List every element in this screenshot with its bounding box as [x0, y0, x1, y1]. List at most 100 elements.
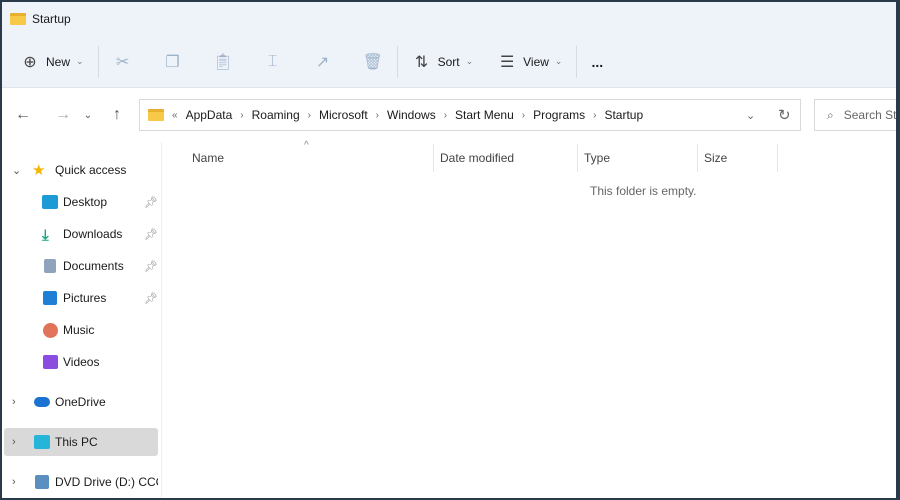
sidebar-item-pictures[interactable]: Pictures 📌︎ — [4, 284, 158, 312]
plus-circle-icon: ⊕ — [20, 52, 40, 72]
new-button[interactable]: ⊕ New ⌄ — [12, 44, 92, 80]
paste-button[interactable]: 📋︎ — [205, 44, 241, 80]
cloud-icon — [34, 397, 50, 407]
navigation-bar: ← → ⌄ ↑ « AppData › Roaming › Microsoft › W… — [2, 88, 896, 142]
videos-icon — [43, 355, 58, 369]
pin-icon[interactable]: 📌︎ — [144, 228, 158, 241]
column-headers: ^ Name Date modified Type Size — [162, 144, 896, 172]
breadcrumb-programs[interactable]: Programs — [533, 108, 585, 122]
more-options-button[interactable]: ... — [583, 44, 611, 80]
folder-icon — [10, 13, 26, 25]
empty-folder-message: This folder is empty. — [590, 184, 696, 198]
column-label: Date modified — [440, 151, 514, 165]
up-button[interactable]: ↑ — [102, 106, 132, 124]
sidebar-label: Desktop — [63, 195, 107, 209]
share-button[interactable]: ↗ — [305, 44, 341, 80]
sidebar-item-onedrive[interactable]: ›OneDrive — [4, 388, 158, 416]
sidebar-item-music[interactable]: Music — [4, 316, 158, 344]
sort-icon: ⇅ — [412, 52, 432, 72]
breadcrumb-windows[interactable]: Windows — [387, 108, 436, 122]
divider — [98, 46, 99, 78]
search-box[interactable]: ⌕ Search Startup — [814, 99, 896, 131]
chevron-down-icon: ⌄ — [12, 164, 21, 177]
search-placeholder: Search Startup — [844, 108, 896, 122]
sidebar-item-videos[interactable]: Videos — [4, 348, 158, 376]
star-icon: ★ — [32, 161, 48, 175]
copy-button[interactable]: ❐ — [155, 44, 191, 80]
pictures-icon — [43, 291, 57, 305]
sidebar-item-dvd-drive[interactable]: ›DVD Drive (D:) CCCOMA — [4, 468, 158, 496]
breadcrumb-roaming[interactable]: Roaming — [252, 108, 300, 122]
sidebar-label: Downloads — [63, 227, 122, 241]
more-icon: ... — [591, 54, 603, 70]
paste-icon: 📋︎ — [213, 52, 233, 72]
sidebar-label: Quick access — [55, 163, 126, 177]
view-label: View — [523, 55, 549, 69]
chevron-right-icon: › — [12, 436, 16, 448]
rename-button[interactable]: ⌶ — [255, 44, 291, 80]
breadcrumb-startup[interactable]: Startup — [604, 108, 643, 122]
sidebar-label: OneDrive — [55, 395, 106, 409]
sidebar-label: Music — [63, 323, 94, 337]
forward-button[interactable]: → — [48, 106, 78, 124]
sort-button[interactable]: ⇅Sort⌄ — [404, 44, 482, 80]
chevron-right-icon: › — [444, 110, 447, 121]
navigation-pane: ⌄ ★ Quick access Desktop 📌︎ ⤓ Downloads 📌︎ Do… — [2, 142, 162, 498]
rename-icon: ⌶ — [263, 53, 283, 71]
copy-icon: ❐ — [163, 52, 183, 72]
desktop-icon — [42, 195, 58, 209]
chevron-right-icon: › — [308, 110, 311, 121]
chevron-right-icon: › — [522, 110, 525, 121]
delete-button[interactable]: 🗑︎ — [355, 44, 391, 80]
column-name[interactable]: Name — [186, 144, 434, 172]
back-button[interactable]: ← — [8, 106, 38, 124]
pin-icon[interactable]: 📌︎ — [144, 196, 158, 209]
divider — [576, 46, 577, 78]
breadcrumb-start-menu[interactable]: Start Menu — [455, 108, 514, 122]
cut-button[interactable]: ✂ — [105, 44, 141, 80]
pin-icon[interactable]: 📌︎ — [144, 260, 158, 273]
sidebar-item-desktop[interactable]: Desktop 📌︎ — [4, 188, 158, 216]
sidebar-label: Documents — [63, 259, 124, 273]
command-bar: ⊕ New ⌄ ✂ ❐ 📋︎ ⌶ ↗ 🗑︎ ⇅Sort⌄ ☰ View ⌄ ... — [2, 36, 896, 88]
breadcrumb-appdata[interactable]: AppData — [186, 108, 233, 122]
address-dropdown-button[interactable]: ⌄ — [746, 109, 755, 122]
dvd-drive-icon — [35, 475, 49, 489]
download-icon: ⤓ — [42, 227, 58, 241]
music-icon — [43, 323, 58, 338]
chevron-right-icon: › — [593, 110, 596, 121]
refresh-button[interactable]: ↻ — [778, 106, 791, 124]
breadcrumb-microsoft[interactable]: Microsoft — [319, 108, 368, 122]
column-label: Name — [192, 151, 224, 165]
scissors-icon: ✂ — [113, 52, 133, 72]
column-label: Type — [584, 151, 610, 165]
folder-icon — [148, 109, 164, 121]
sidebar-label: Videos — [63, 355, 99, 369]
view-lines-icon: ☰ — [497, 52, 517, 72]
column-type[interactable]: Type — [578, 144, 698, 172]
share-icon: ↗ — [313, 52, 333, 72]
divider — [397, 46, 398, 78]
chevron-right-icon: › — [12, 476, 16, 488]
sidebar-item-downloads[interactable]: ⤓ Downloads 📌︎ — [4, 220, 158, 248]
chevron-down-icon: ⌄ — [466, 56, 474, 67]
documents-icon — [44, 259, 56, 273]
sidebar-label: Pictures — [63, 291, 106, 305]
title-bar: Startup — [2, 2, 896, 36]
new-label: New — [46, 55, 70, 69]
sidebar-item-quick-access[interactable]: ⌄ ★ Quick access — [4, 156, 158, 184]
address-bar[interactable]: « AppData› Roaming› Microsoft› Windows› … — [139, 99, 801, 131]
overflow-crumb[interactable]: « — [172, 110, 178, 121]
column-label: Size — [704, 151, 727, 165]
trash-icon: 🗑︎ — [363, 52, 383, 72]
pin-icon[interactable]: 📌︎ — [144, 292, 158, 305]
view-button[interactable]: ☰View⌄ — [489, 44, 570, 80]
sidebar-item-documents[interactable]: Documents 📌︎ — [4, 252, 158, 280]
column-date-modified[interactable]: Date modified — [434, 144, 578, 172]
sidebar-item-this-pc[interactable]: ›This PC — [4, 428, 158, 456]
column-size[interactable]: Size — [698, 144, 778, 172]
chevron-down-icon: ⌄ — [76, 56, 84, 67]
monitor-icon — [34, 435, 50, 449]
search-icon: ⌕ — [827, 108, 834, 123]
recent-locations-button[interactable]: ⌄ — [78, 110, 98, 121]
